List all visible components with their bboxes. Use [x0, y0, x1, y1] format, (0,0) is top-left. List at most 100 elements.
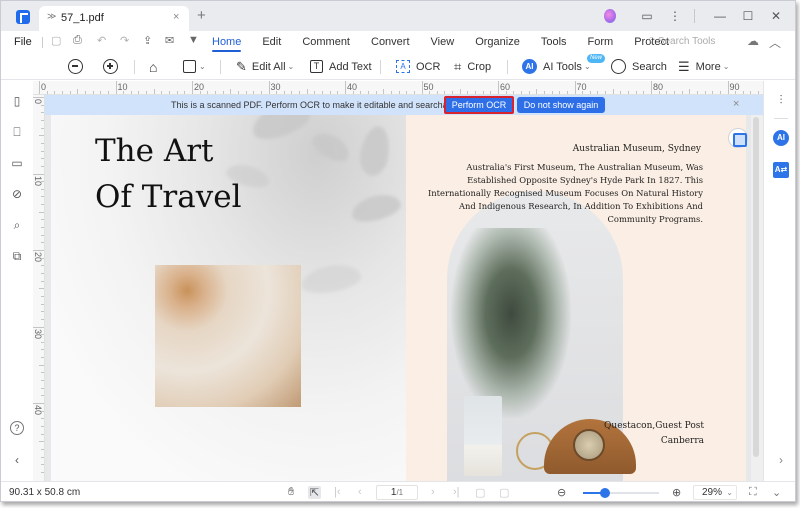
- expand-right-icon[interactable]: ›: [773, 453, 789, 469]
- ai-assistant-icon[interactable]: AI: [773, 130, 789, 146]
- perform-ocr-button[interactable]: Perform OCR: [444, 96, 514, 114]
- ruler-tick: [92, 91, 94, 94]
- app-window: ≫ 57_1.pdf × + ▭ ⋮ — ☐ ✕ File ▢ ⎙ ↶ ↷ ⇪ …: [0, 0, 796, 502]
- feedback-icon[interactable]: ▭: [636, 7, 658, 25]
- zoom-in-small-icon[interactable]: ⊕: [672, 486, 681, 499]
- menu-edit[interactable]: Edit: [262, 36, 281, 48]
- next-page-icon[interactable]: ›: [431, 486, 435, 498]
- collapse-status-icon[interactable]: ⌄: [772, 486, 781, 499]
- share-icon[interactable]: ⇪: [143, 34, 152, 47]
- fit-page-icon[interactable]: ⛶: [749, 486, 757, 499]
- zoom-out-small-icon[interactable]: ⊖: [557, 486, 566, 499]
- ruler-tick: [574, 81, 576, 94]
- zoom-slider[interactable]: [583, 488, 659, 498]
- bookmark-icon[interactable]: ⎕: [10, 125, 24, 139]
- ruler-tick: [41, 127, 44, 129]
- customize-quick-access-icon[interactable]: ▼: [188, 34, 199, 46]
- previous-page-icon[interactable]: ‹: [358, 486, 362, 498]
- tab-close-icon[interactable]: ×: [173, 11, 179, 23]
- menu-form[interactable]: Form: [588, 36, 614, 48]
- crop-button[interactable]: ⌗ Crop: [454, 57, 491, 76]
- avatar[interactable]: [604, 9, 616, 23]
- last-page-icon[interactable]: ›|: [453, 486, 460, 498]
- page-left-half: The Art Of Travel: [51, 96, 406, 481]
- toolbar-divider: [507, 60, 508, 74]
- tab-chevron-icon: ≫: [47, 11, 57, 21]
- highlight-button[interactable]: ⌂: [149, 57, 157, 76]
- ruler-tick: [651, 81, 652, 94]
- attachment-icon[interactable]: ⊘: [10, 187, 24, 201]
- cloud-upload-icon[interactable]: ☁: [747, 34, 759, 51]
- banner-close-icon[interactable]: ×: [733, 98, 739, 110]
- menu-file[interactable]: File: [14, 36, 32, 48]
- ruler-tick: [39, 441, 44, 443]
- more-button[interactable]: ☰ More ⌄: [678, 57, 729, 76]
- zoom-in-button[interactable]: [103, 57, 118, 76]
- right-sidebar: ⫶ AI A⇄ ›: [763, 81, 795, 481]
- toolbar-divider: [134, 60, 135, 74]
- ruler-tick: [41, 272, 44, 274]
- menu-convert[interactable]: Convert: [371, 36, 410, 48]
- ruler-tick: [528, 91, 530, 94]
- menu-comment[interactable]: Comment: [302, 36, 350, 48]
- shape-button[interactable]: ⌄: [183, 57, 206, 76]
- zoom-out-button[interactable]: [68, 57, 83, 76]
- credit-line-1: Questacon,Guest Post: [604, 421, 704, 431]
- email-icon[interactable]: ✉: [165, 34, 174, 47]
- help-icon[interactable]: ?: [10, 421, 24, 435]
- zoom-level-select[interactable]: 29% ⌄: [693, 485, 737, 500]
- ruler-tick: [513, 91, 515, 94]
- scrollbar-thumb[interactable]: [753, 117, 759, 457]
- ruler-tick: [41, 280, 44, 282]
- collapse-ribbon-icon[interactable]: ︿: [769, 34, 781, 51]
- search-button[interactable]: Search: [611, 57, 667, 76]
- do-not-show-again-button[interactable]: Do not show again: [517, 97, 605, 113]
- redo-icon[interactable]: ↷: [120, 34, 129, 47]
- more-options-icon[interactable]: ⋮: [664, 7, 686, 25]
- ruler-tick: [742, 91, 744, 94]
- ruler-tick: [41, 196, 44, 198]
- hand-tool-icon[interactable]: ✋︎: [288, 486, 294, 499]
- menu-home[interactable]: Home: [212, 36, 242, 52]
- leaf-shadow: [356, 123, 394, 179]
- zoom-slider-thumb[interactable]: [600, 488, 611, 498]
- page-thumbnails-icon[interactable]: ▯: [10, 94, 24, 108]
- select-tool-icon[interactable]: ⇱: [308, 486, 322, 499]
- maximize-button[interactable]: ☐: [737, 7, 759, 25]
- ruler-tick: [41, 318, 44, 320]
- edit-all-button[interactable]: ✎ Edit All ⌄: [236, 57, 294, 76]
- menu-tools[interactable]: Tools: [541, 36, 567, 48]
- menu-view[interactable]: View: [431, 36, 455, 48]
- undo-icon[interactable]: ↶: [97, 34, 106, 47]
- ruler-tick: [39, 81, 40, 94]
- ruler-tick: [520, 91, 522, 94]
- properties-sliders-icon[interactable]: ⫶: [773, 93, 789, 109]
- search-tools-input[interactable]: 💡︎ Search Tools: [648, 36, 715, 47]
- ruler-tick: [536, 89, 538, 94]
- layers-icon[interactable]: ⧉: [10, 249, 24, 263]
- rotate-right-icon[interactable]: ▢: [499, 486, 509, 499]
- close-window-button[interactable]: ✕: [765, 7, 787, 25]
- ai-tools-button[interactable]: AI AI Tools ⌄: [522, 57, 591, 76]
- minimize-button[interactable]: —: [709, 7, 731, 25]
- ruler-tick: [41, 150, 44, 152]
- new-tab-button[interactable]: +: [197, 7, 206, 24]
- ruler-tick: [41, 295, 44, 297]
- translate-icon[interactable]: A⇄: [773, 162, 789, 178]
- search-panel-icon[interactable]: ⌕: [10, 218, 24, 232]
- comment-icon[interactable]: ▭: [10, 156, 24, 170]
- rotate-left-icon[interactable]: ▢: [475, 486, 485, 499]
- page-fit-icon[interactable]: [728, 128, 748, 148]
- menu-organize[interactable]: Organize: [475, 36, 520, 48]
- ruler-tick: [727, 81, 729, 94]
- document-canvas[interactable]: The Art Of Travel Australian Museum, Syd…: [45, 96, 763, 481]
- vertical-scrollbar[interactable]: [751, 115, 763, 481]
- add-text-button[interactable]: T Add Text: [310, 57, 372, 76]
- save-icon[interactable]: ▢: [51, 34, 61, 47]
- collapse-left-icon[interactable]: ‹: [10, 453, 24, 467]
- page-number-input[interactable]: 1/1: [376, 485, 418, 500]
- first-page-icon[interactable]: |‹: [334, 486, 341, 498]
- print-icon[interactable]: ⎙: [73, 34, 82, 47]
- document-tab[interactable]: ≫ 57_1.pdf ×: [39, 6, 189, 31]
- ocr-button[interactable]: A OCR: [396, 57, 440, 76]
